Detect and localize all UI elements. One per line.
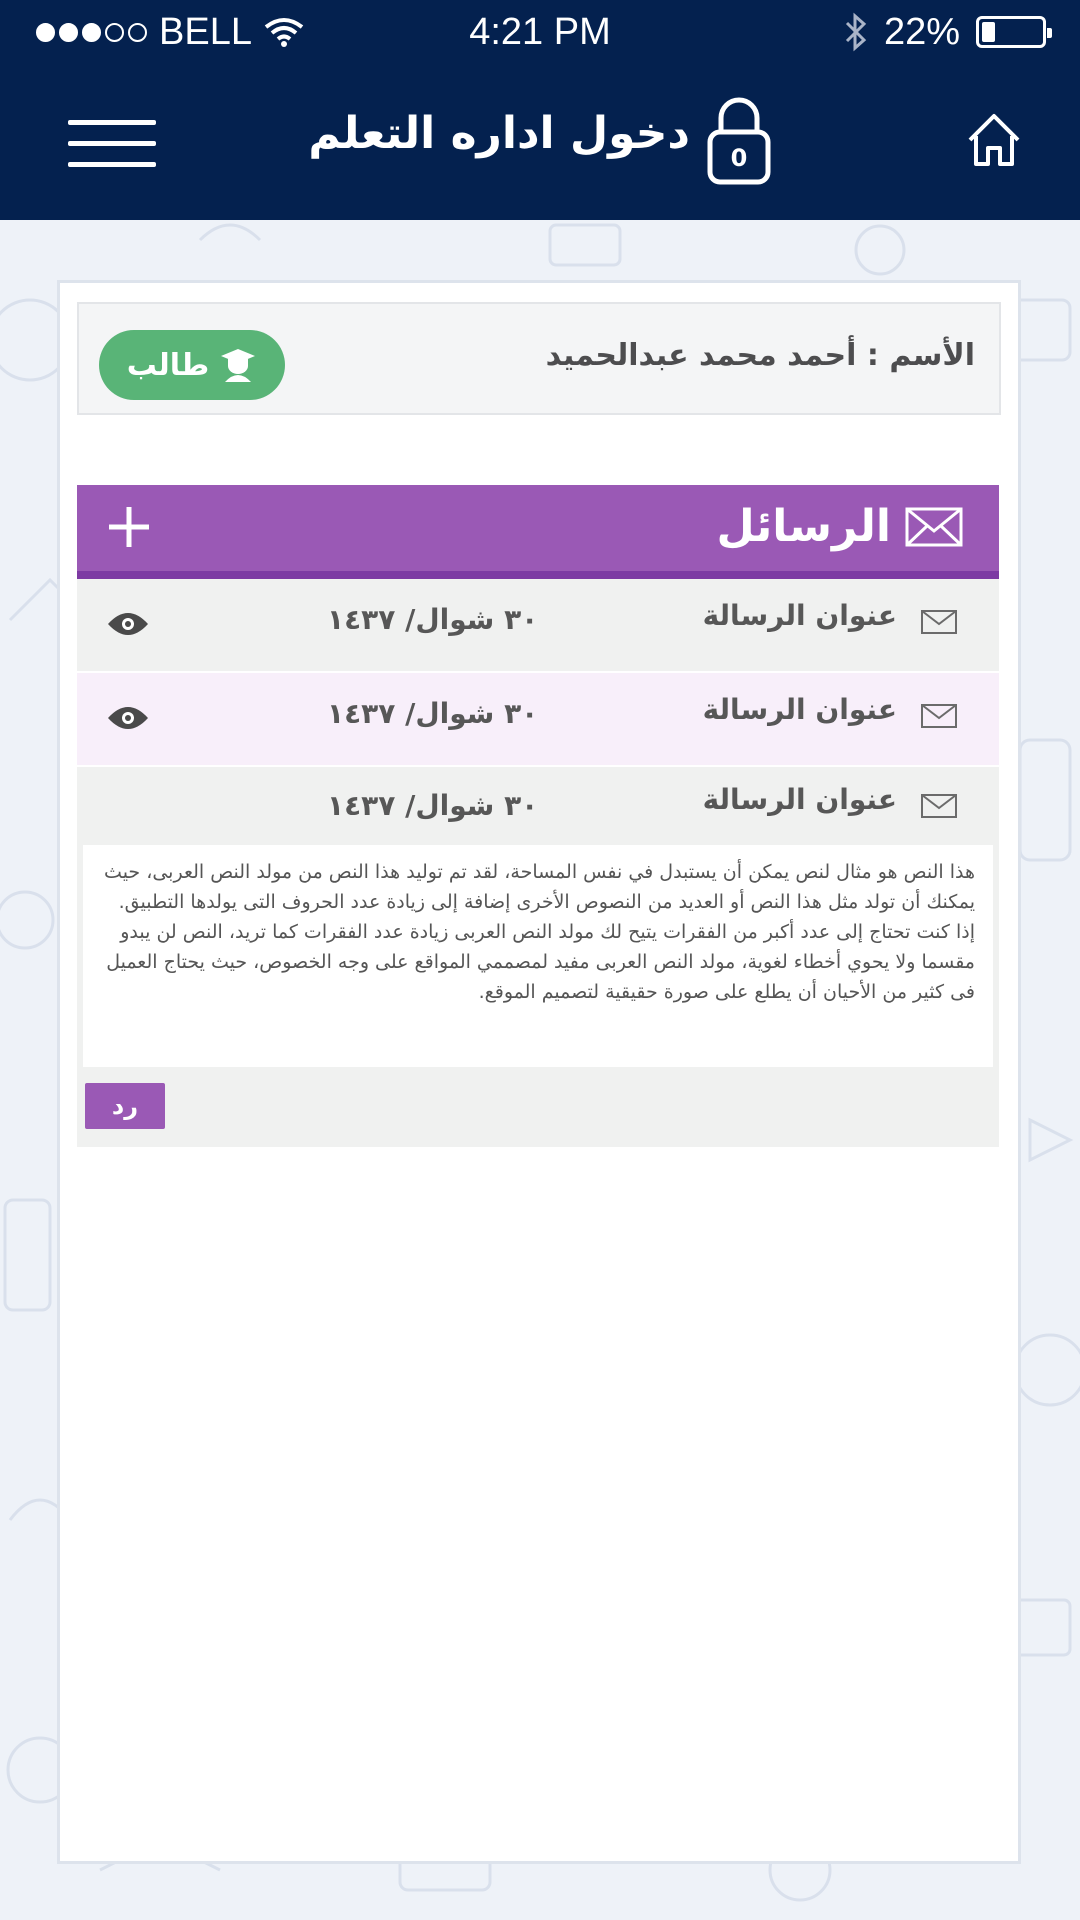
- lock-button[interactable]: 0: [706, 94, 772, 186]
- eye-icon[interactable]: [107, 611, 149, 637]
- envelope-icon: [905, 507, 963, 547]
- home-icon[interactable]: [966, 112, 1022, 168]
- user-name: الأسم : أحمد محمد عبدالحميد: [545, 338, 975, 373]
- battery-percent: 22%: [883, 10, 960, 53]
- envelope-icon: [921, 704, 957, 728]
- message-subject[interactable]: عنوان الرسالة: [703, 783, 897, 816]
- envelope-icon: [921, 794, 957, 818]
- status-right: 22%: [844, 10, 1052, 54]
- lock-icon: [707, 97, 771, 185]
- page-title: دخول اداره التعلم: [308, 108, 690, 159]
- role-badge[interactable]: طالب: [99, 330, 285, 400]
- main-card: الأسم : أحمد محمد عبدالحميد طالب الرسائل…: [57, 280, 1021, 1864]
- envelope-icon: [921, 610, 957, 634]
- message-subject: عنوان الرسالة: [702, 693, 897, 726]
- battery-level: [982, 22, 995, 42]
- add-message-button[interactable]: [107, 505, 151, 549]
- role-label: طالب: [126, 347, 210, 383]
- message-subject: عنوان الرسالة: [702, 599, 897, 632]
- messages-header: الرسائل: [77, 485, 999, 579]
- signal-strength-icon: [36, 22, 147, 42]
- eye-icon[interactable]: [107, 705, 149, 731]
- battery-icon: [976, 16, 1052, 48]
- message-date: ٣٠ شوال/ ١٤٣٧: [327, 697, 539, 730]
- message-date: ٣٠ شوال/ ١٤٣٧: [327, 603, 539, 636]
- message-date: ٣٠ شوال/ ١٤٣٧: [327, 789, 539, 822]
- reply-button[interactable]: رد: [85, 1083, 165, 1129]
- graduate-icon: [221, 349, 256, 382]
- hamburger-icon[interactable]: [68, 120, 156, 167]
- user-info-box: الأسم : أحمد محمد عبدالحميد طالب: [77, 302, 1001, 415]
- message-row[interactable]: عنوان الرسالة ٣٠ شوال/ ١٤٣٧: [77, 579, 999, 671]
- message-body: هذا النص هو مثال لنص يمكن أن يستبدل في ن…: [83, 845, 993, 1067]
- bluetooth-icon: [845, 12, 867, 52]
- messages-title: الرسائل: [716, 501, 891, 552]
- carrier-name: BELL: [159, 10, 252, 53]
- lock-count: 0: [730, 144, 748, 172]
- status-bar: BELL 4:21 PM 22%: [0, 0, 1080, 64]
- message-row[interactable]: عنوان الرسالة ٣٠ شوال/ ١٤٣٧: [77, 673, 999, 765]
- wifi-icon: [264, 18, 304, 47]
- app-header: دخول اداره التعلم 0: [0, 64, 1080, 220]
- message-expanded: عنوان الرسالة ٣٠ شوال/ ١٤٣٧ هذا النص هو …: [77, 767, 999, 1147]
- status-left: BELL: [36, 11, 304, 54]
